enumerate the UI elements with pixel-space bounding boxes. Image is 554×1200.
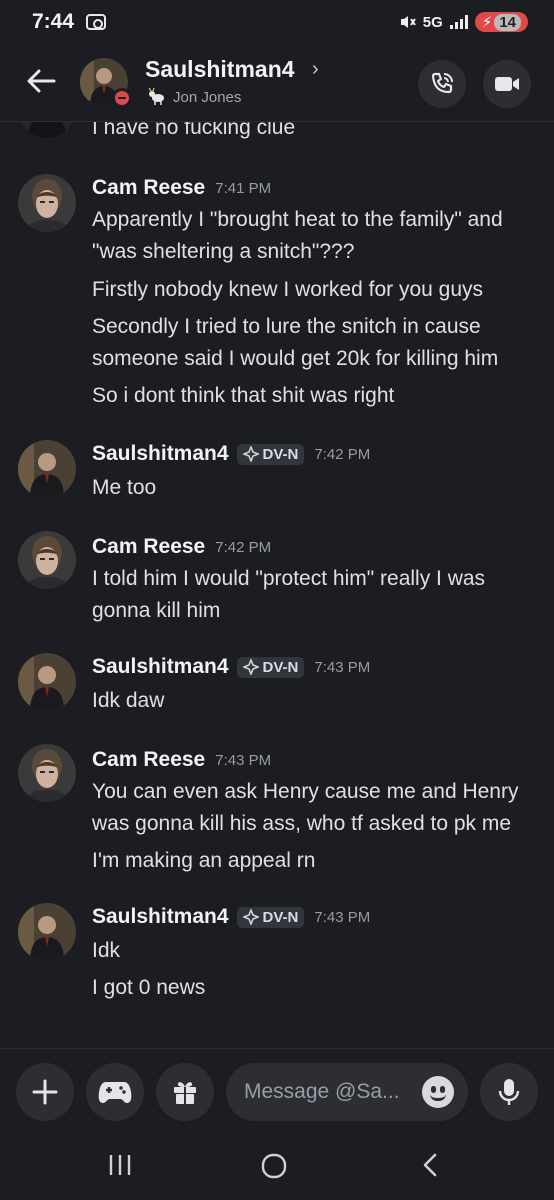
message-text: You can even ask Henry cause me and Henr…: [92, 780, 519, 803]
message-text: I got 0 news: [92, 976, 206, 999]
message-text: Idk: [92, 939, 121, 962]
message-timestamp: 7:41 PM: [215, 179, 272, 197]
status-icons: 5G ⚡ 14: [399, 12, 528, 32]
message-text: was gonna kill his ass, who tf asked to …: [92, 812, 512, 835]
chat-header: Saulshitman4 › Jon Jones: [0, 44, 554, 122]
header-avatar[interactable]: [80, 58, 132, 108]
message-text: gonna kill him: [92, 599, 221, 622]
message-text: Idk daw: [92, 689, 165, 712]
attach-button[interactable]: [16, 1063, 74, 1121]
message-text: I have no fucking clue: [92, 122, 296, 139]
message-timestamp: 7:42 PM: [314, 445, 371, 463]
author-name: Cam Reese: [92, 535, 206, 558]
avatar[interactable]: [18, 903, 76, 961]
system-navigation-bar: [0, 1132, 554, 1200]
message-input-placeholder: Message @Sa...: [244, 1080, 400, 1103]
message-list[interactable]: I have no fucking clue Cam Reese 7:41 PM…: [0, 122, 554, 1048]
chat-subtitle: Jon Jones: [147, 88, 241, 106]
avatar: [18, 122, 76, 138]
message-text: So i dont think that shit was right: [92, 384, 395, 407]
voice-call-button[interactable]: [418, 60, 466, 108]
author-name: Saulshitman4: [92, 905, 229, 928]
chat-title[interactable]: Saulshitman4: [145, 56, 295, 83]
avatar[interactable]: [18, 440, 76, 498]
gamepad-icon: [98, 1082, 132, 1103]
plus-icon: [32, 1079, 58, 1105]
message-author[interactable]: Cam Reese 7:42 PM: [92, 535, 271, 559]
tag-label: DV-N: [262, 908, 299, 926]
avatar[interactable]: [18, 744, 76, 802]
server-tag[interactable]: DV-N: [236, 656, 305, 678]
home-icon[interactable]: [260, 1152, 288, 1180]
author-name: Saulshitman4: [92, 655, 229, 678]
nav-back-icon[interactable]: [420, 1152, 440, 1178]
emoji-icon[interactable]: [422, 1076, 454, 1108]
message-input[interactable]: Message @Sa...: [226, 1063, 468, 1121]
message-text: I told him I would "protect him" really …: [92, 567, 486, 590]
message-timestamp: 7:42 PM: [215, 538, 272, 556]
network-type: 5G: [422, 13, 443, 31]
message-composer: Message @Sa...: [0, 1048, 554, 1132]
voice-message-button[interactable]: [480, 1063, 538, 1121]
gift-icon: [174, 1082, 196, 1104]
author-name: Cam Reese: [92, 176, 206, 199]
message-text: Firstly nobody knew I worked for you guy…: [92, 278, 484, 301]
signal-icon: [449, 15, 468, 29]
mute-icon: [400, 16, 416, 28]
server-tag[interactable]: DV-N: [236, 906, 305, 928]
video-call-button[interactable]: [483, 60, 531, 108]
back-arrow-icon[interactable]: [24, 64, 58, 98]
message-author[interactable]: Saulshitman4 DV-N 7:43 PM: [92, 655, 370, 679]
activities-button[interactable]: [86, 1063, 144, 1121]
message-author[interactable]: Saulshitman4 DV-N 7:42 PM: [92, 442, 370, 466]
author-name: Cam Reese: [92, 748, 206, 771]
tag-label: DV-N: [262, 658, 299, 676]
screen-record-icon: [86, 14, 107, 30]
recent-apps-icon[interactable]: [108, 1152, 132, 1178]
server-tag[interactable]: DV-N: [236, 443, 305, 465]
message-author[interactable]: Cam Reese 7:43 PM: [92, 748, 271, 772]
microphone-icon: [498, 1079, 520, 1105]
avatar[interactable]: [18, 653, 76, 711]
diamond-badge-icon: [242, 659, 259, 675]
phone-icon: [431, 72, 453, 94]
diamond-badge-icon: [242, 446, 259, 462]
message-text: Me too: [92, 476, 157, 499]
avatar[interactable]: [18, 174, 76, 232]
message-text: Secondly I tried to lure the snitch in c…: [92, 315, 481, 338]
video-camera-icon: [495, 77, 519, 91]
message-timestamp: 7:43 PM: [314, 658, 371, 676]
message-author[interactable]: Cam Reese 7:41 PM: [92, 176, 271, 200]
dnd-status-icon: [112, 88, 132, 108]
message-author[interactable]: Saulshitman4 DV-N 7:43 PM: [92, 905, 370, 929]
status-time: 7:44: [32, 10, 75, 33]
message-timestamp: 7:43 PM: [215, 751, 272, 769]
status-bar: 7:44 5G ⚡ 14: [0, 0, 554, 44]
subtitle-text: Jon Jones: [173, 88, 242, 106]
chevron-right-icon[interactable]: ›: [312, 58, 319, 81]
avatar[interactable]: [18, 531, 76, 589]
tag-label: DV-N: [262, 445, 299, 463]
message-text: someone said I would get 20k for killing…: [92, 347, 499, 370]
goat-icon: [148, 88, 164, 105]
author-name: Saulshitman4: [92, 442, 229, 465]
message-text: I'm making an appeal rn: [92, 849, 316, 872]
battery-indicator: ⚡ 14: [474, 12, 528, 32]
message-text: "was sheltering a snitch"???: [92, 240, 355, 263]
gift-button[interactable]: [156, 1063, 214, 1121]
message-text: Apparently I "brought heat to the family…: [92, 208, 503, 231]
diamond-badge-icon: [242, 909, 259, 925]
message-timestamp: 7:43 PM: [314, 908, 371, 926]
battery-level: 14: [494, 14, 521, 31]
